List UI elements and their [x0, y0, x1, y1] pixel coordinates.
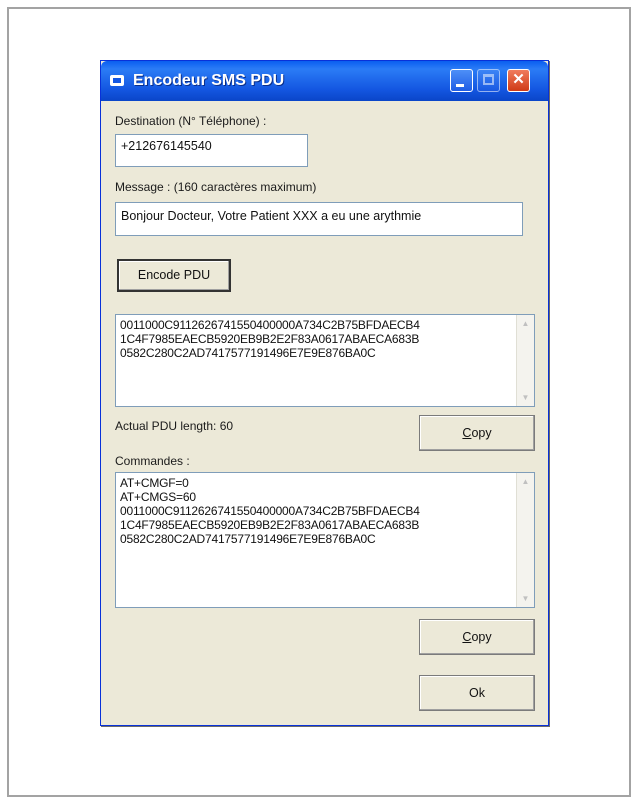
message-input[interactable]: Bonjour Docteur, Votre Patient XXX a eu …: [115, 202, 523, 236]
destination-value: +212676145540: [121, 139, 212, 153]
commands-scrollbar[interactable]: ▲ ▼: [516, 473, 534, 607]
app-icon: [110, 75, 124, 86]
maximize-button[interactable]: [477, 69, 500, 92]
close-icon: ✕: [512, 71, 525, 88]
scroll-up-icon[interactable]: ▲: [518, 316, 533, 331]
pdu-output-text: 0011000C9112626741550400000A734C2B75BFDA…: [120, 318, 420, 360]
copy-commands-button[interactable]: Copy: [419, 619, 535, 655]
copy-commands-label-rest: opy: [471, 630, 492, 644]
scroll-down-icon[interactable]: ▼: [518, 390, 533, 405]
encode-pdu-button[interactable]: Encode PDU: [117, 259, 231, 292]
window-title: Encodeur SMS PDU: [133, 72, 285, 89]
message-value: Bonjour Docteur, Votre Patient XXX a eu …: [121, 209, 422, 223]
commands-textarea[interactable]: AT+CMGF=0 AT+CMGS=60 0011000C91126267415…: [115, 472, 535, 608]
pdu-output-scrollbar[interactable]: ▲ ▼: [516, 315, 534, 406]
commands-label: Commandes :: [115, 454, 190, 468]
app-window: Encodeur SMS PDU ✕ Destination (N° Télép…: [100, 60, 549, 726]
copy-pdu-button[interactable]: Copy: [419, 415, 535, 451]
commands-text: AT+CMGF=0 AT+CMGS=60 0011000C91126267415…: [120, 476, 420, 546]
scroll-up-icon[interactable]: ▲: [518, 474, 533, 489]
destination-input[interactable]: +212676145540: [115, 134, 308, 167]
pdu-output-textarea[interactable]: 0011000C9112626741550400000A734C2B75BFDA…: [115, 314, 535, 407]
destination-label: Destination (N° Téléphone) :: [115, 114, 267, 128]
ok-button[interactable]: Ok: [419, 675, 535, 711]
maximize-icon: [483, 74, 494, 85]
message-label: Message : (160 caractères maximum): [115, 180, 317, 194]
scroll-down-icon[interactable]: ▼: [518, 591, 533, 606]
copy-pdu-label-rest: opy: [471, 426, 492, 440]
encode-pdu-label: Encode PDU: [137, 268, 211, 282]
ok-label: Ok: [469, 686, 485, 700]
close-button[interactable]: ✕: [507, 69, 530, 92]
minimize-icon: [456, 84, 464, 87]
minimize-button[interactable]: [450, 69, 473, 92]
title-bar[interactable]: Encodeur SMS PDU ✕: [101, 61, 548, 101]
pdu-length-label: Actual PDU length: 60: [115, 419, 234, 433]
